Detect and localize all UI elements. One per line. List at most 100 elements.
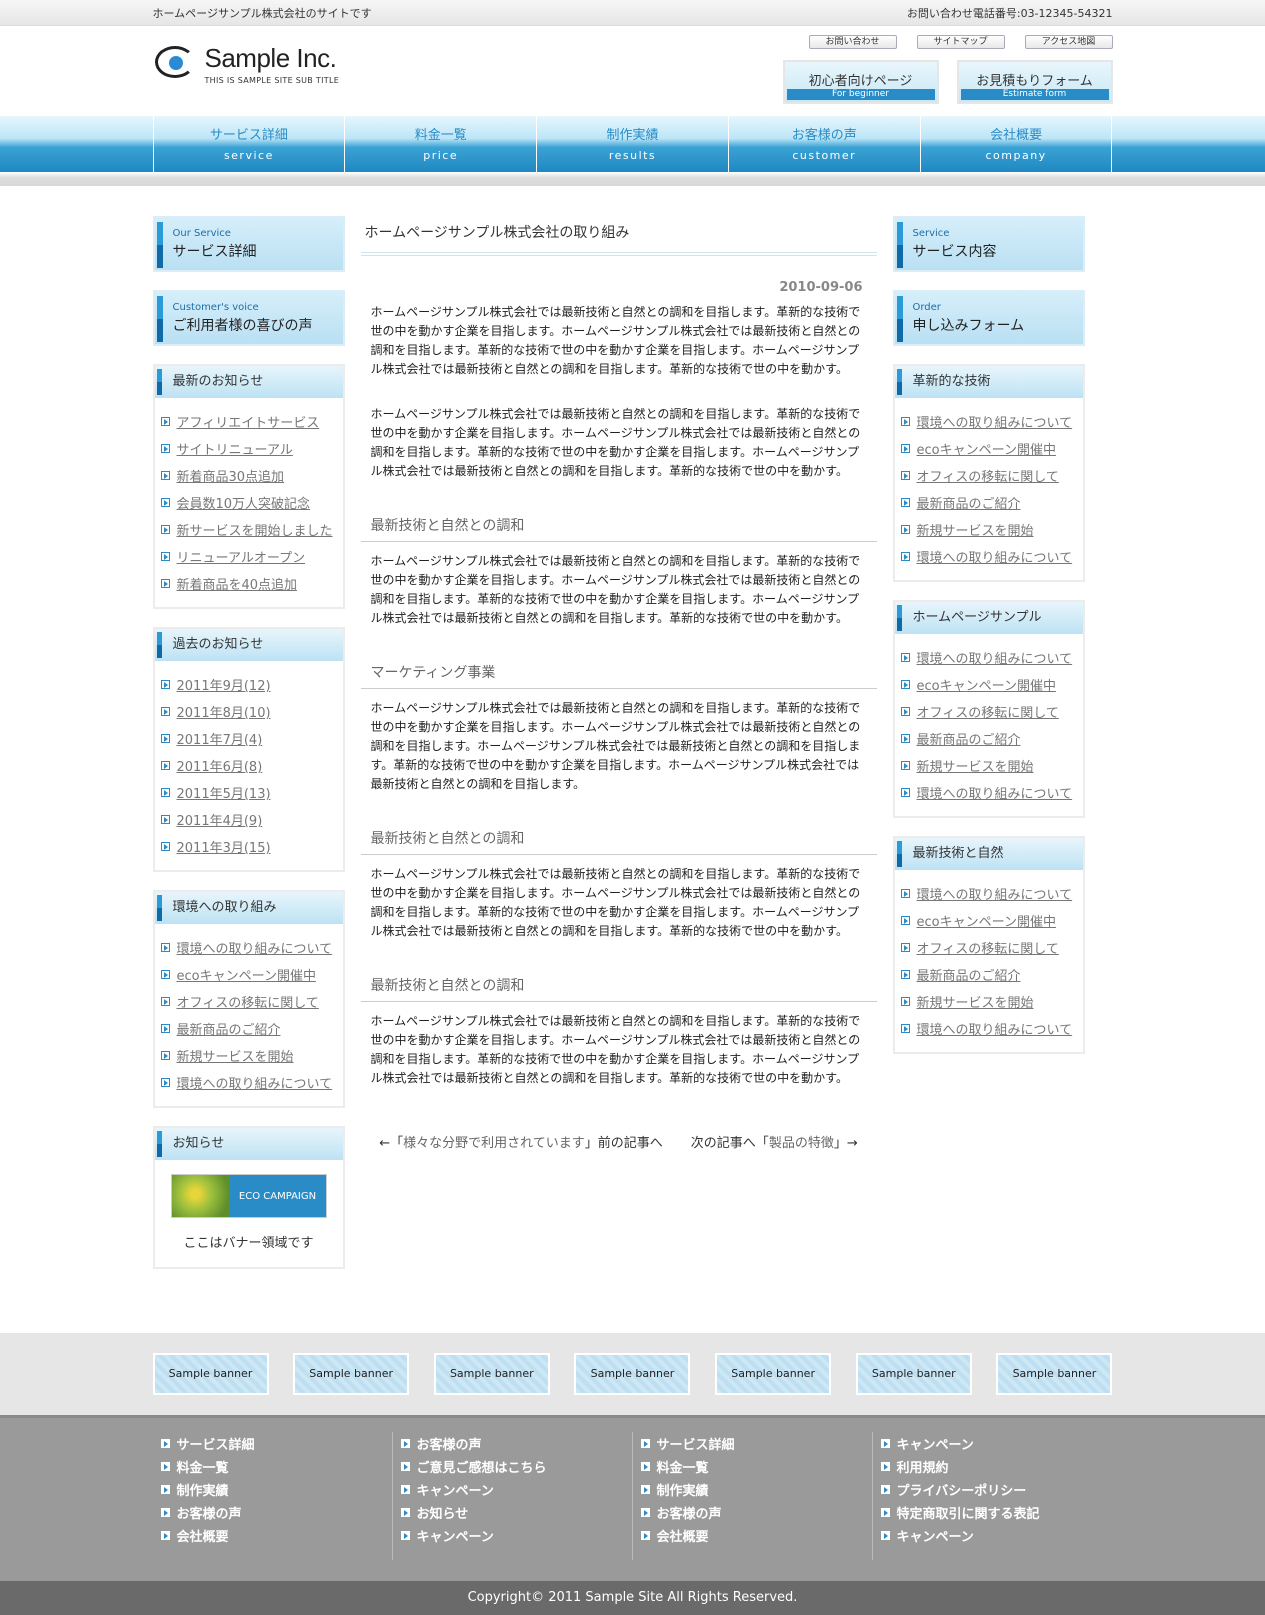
env-link[interactable]: オフィスの移転に関して xyxy=(177,992,319,1011)
banner-strip: Sample banner Sample banner Sample banne… xyxy=(0,1333,1265,1415)
footer-link[interactable]: お知らせ xyxy=(417,1503,469,1522)
panel-link[interactable]: 新規サービスを開始 xyxy=(917,520,1034,539)
footer-item: 会社概要 xyxy=(160,1524,392,1547)
banner-caption: ここはバナー領域です xyxy=(183,1236,314,1251)
list-item: 2011年6月(8) xyxy=(160,752,343,779)
nav-item-results[interactable]: 制作実績 results xyxy=(536,116,728,172)
env-link[interactable]: 最新商品のご紹介 xyxy=(177,1019,281,1038)
news-link[interactable]: 新サービスを開始しました xyxy=(177,520,333,539)
main-content: ホームページサンプル株式会社の取り組み 2010-09-06 ホームページサンプ… xyxy=(360,216,877,1287)
footer-link[interactable]: 利用規約 xyxy=(897,1457,949,1476)
nav-item-price[interactable]: 料金一覧 price xyxy=(344,116,536,172)
panel-link[interactable]: 最新商品のご紹介 xyxy=(917,493,1021,512)
env-link[interactable]: 環境への取り組みについて xyxy=(177,938,333,957)
footer-link[interactable]: サービス詳細 xyxy=(177,1434,255,1453)
news-link[interactable]: 新着商品30点追加 xyxy=(177,466,285,485)
panel-link[interactable]: 環境への取り組みについて xyxy=(917,884,1073,903)
arrow-icon xyxy=(160,788,170,797)
next-post-link[interactable]: 製品の特徴 xyxy=(769,1136,834,1151)
archive-link[interactable]: 2011年4月(9) xyxy=(177,810,263,829)
archive-link[interactable]: 2011年7月(4) xyxy=(177,729,263,748)
logo-name: Sample Inc. xyxy=(204,43,337,73)
sample-banner[interactable]: Sample banner xyxy=(574,1353,691,1395)
news-link[interactable]: 会員数10万人突破記念 xyxy=(177,493,311,512)
footer-link[interactable]: お客様の声 xyxy=(177,1503,242,1522)
footer-link[interactable]: ご意見ご感想はこちら xyxy=(417,1457,547,1476)
arrow-icon xyxy=(160,1439,170,1448)
panel-link[interactable]: 新規サービスを開始 xyxy=(917,992,1034,1011)
nav-item-customer[interactable]: お客様の声 customer xyxy=(727,116,920,172)
archive-link[interactable]: 2011年6月(8) xyxy=(177,756,263,775)
footer-link[interactable]: キャンペーン xyxy=(897,1526,974,1545)
arrow-icon xyxy=(160,1078,170,1087)
sample-banner[interactable]: Sample banner xyxy=(152,1353,269,1395)
footer-link[interactable]: 制作実績 xyxy=(657,1480,709,1499)
footer-link[interactable]: 料金一覧 xyxy=(657,1457,709,1476)
footer-item: キャンペーン xyxy=(400,1524,632,1547)
sitemap-link-button[interactable]: サイトマップ xyxy=(916,35,1005,49)
footer-link[interactable]: 特定商取引に関する表記 xyxy=(897,1503,1040,1522)
footer-link[interactable]: 料金一覧 xyxy=(177,1457,229,1476)
archive-link[interactable]: 2011年5月(13) xyxy=(177,783,271,802)
panel-link[interactable]: 環境への取り組みについて xyxy=(917,547,1073,566)
nav-item-company[interactable]: 会社概要 company xyxy=(919,116,1113,172)
sample-banner[interactable]: Sample banner xyxy=(433,1353,550,1395)
footer-link[interactable]: キャンペーン xyxy=(417,1526,494,1545)
list-item: サイトリニューアル xyxy=(160,435,343,462)
env-link[interactable]: ecoキャンペーン開催中 xyxy=(177,965,316,984)
footer-link[interactable]: 制作実績 xyxy=(177,1480,229,1499)
access-map-link-button[interactable]: アクセス地図 xyxy=(1024,35,1113,49)
panel-link[interactable]: オフィスの移転に関して xyxy=(917,466,1059,485)
footer-link[interactable]: キャンペーン xyxy=(897,1434,974,1453)
service-content-box[interactable]: Service サービス内容 xyxy=(892,216,1085,272)
sample-banner[interactable]: Sample banner xyxy=(715,1353,832,1395)
sample-banner[interactable]: Sample banner xyxy=(293,1353,410,1395)
list-item: オフィスの移転に関して xyxy=(900,698,1083,725)
panel-link[interactable]: 環境への取り組みについて xyxy=(917,648,1073,667)
env-link[interactable]: 環境への取り組みについて xyxy=(177,1073,333,1092)
panel-link[interactable]: 環境への取り組みについて xyxy=(917,1019,1073,1038)
estimate-form-button[interactable]: お見積もりフォーム Estimate form xyxy=(956,60,1113,104)
panel-link[interactable]: ecoキャンペーン開催中 xyxy=(917,439,1056,458)
arrow-icon xyxy=(880,1462,890,1471)
eco-campaign-banner[interactable]: ECO CAMPAIGN xyxy=(170,1174,327,1218)
footer-link[interactable]: サービス詳細 xyxy=(657,1434,735,1453)
panel-link[interactable]: 環境への取り組みについて xyxy=(917,783,1073,802)
sample-banner[interactable]: Sample banner xyxy=(996,1353,1113,1395)
footer-link[interactable]: 会社概要 xyxy=(177,1526,229,1545)
archive-link[interactable]: 2011年8月(10) xyxy=(177,702,271,721)
our-service-box[interactable]: Our Service サービス詳細 xyxy=(152,216,345,272)
logo-icon xyxy=(153,42,197,86)
prev-post-link[interactable]: 様々な分野で利用されています xyxy=(403,1136,585,1151)
news-link[interactable]: リニューアルオープン xyxy=(177,547,306,566)
panel-link[interactable]: オフィスの移転に関して xyxy=(917,938,1059,957)
panel-link[interactable]: 最新商品のご紹介 xyxy=(917,729,1021,748)
panel-link[interactable]: ecoキャンペーン開催中 xyxy=(917,675,1056,694)
archive-link[interactable]: 2011年3月(15) xyxy=(177,837,271,856)
panel-link[interactable]: 環境への取り組みについて xyxy=(917,412,1073,431)
order-form-box[interactable]: Order 申し込みフォーム xyxy=(892,290,1085,346)
notice-panel: お知らせ ECO CAMPAIGN ここはバナー領域です xyxy=(152,1126,345,1269)
beginner-page-button[interactable]: 初心者向けページ For beginner xyxy=(782,60,939,104)
contact-link-button[interactable]: お問い合わせ xyxy=(808,35,897,49)
news-link[interactable]: サイトリニューアル xyxy=(177,439,293,458)
customer-voice-box[interactable]: Customer's voice ご利用者様の喜びの声 xyxy=(152,290,345,346)
footer-link[interactable]: お客様の声 xyxy=(657,1503,722,1522)
footer-link[interactable]: キャンペーン xyxy=(417,1480,494,1499)
env-link[interactable]: 新規サービスを開始 xyxy=(177,1046,294,1065)
nav-item-service[interactable]: サービス詳細 service xyxy=(152,116,345,172)
footer-link[interactable]: プライバシーポリシー xyxy=(897,1480,1027,1499)
panel-link[interactable]: ecoキャンペーン開催中 xyxy=(917,911,1056,930)
footer-link[interactable]: 会社概要 xyxy=(657,1526,709,1545)
list-item: 新規サービスを開始 xyxy=(160,1042,343,1069)
news-link[interactable]: アフィリエイトサービス xyxy=(177,412,320,431)
nav-label: 会社概要 xyxy=(990,128,1043,143)
sample-banner[interactable]: Sample banner xyxy=(855,1353,972,1395)
news-link[interactable]: 新着商品を40点追加 xyxy=(177,574,298,593)
panel-link[interactable]: 新規サービスを開始 xyxy=(917,756,1034,775)
panel-link[interactable]: オフィスの移転に関して xyxy=(917,702,1059,721)
panel-link[interactable]: 最新商品のご紹介 xyxy=(917,965,1021,984)
archive-link[interactable]: 2011年9月(12) xyxy=(177,675,271,694)
site-logo[interactable]: Sample Inc. THIS IS SAMPLE SITE SUB TITL… xyxy=(153,42,340,86)
footer-link[interactable]: お客様の声 xyxy=(417,1434,482,1453)
